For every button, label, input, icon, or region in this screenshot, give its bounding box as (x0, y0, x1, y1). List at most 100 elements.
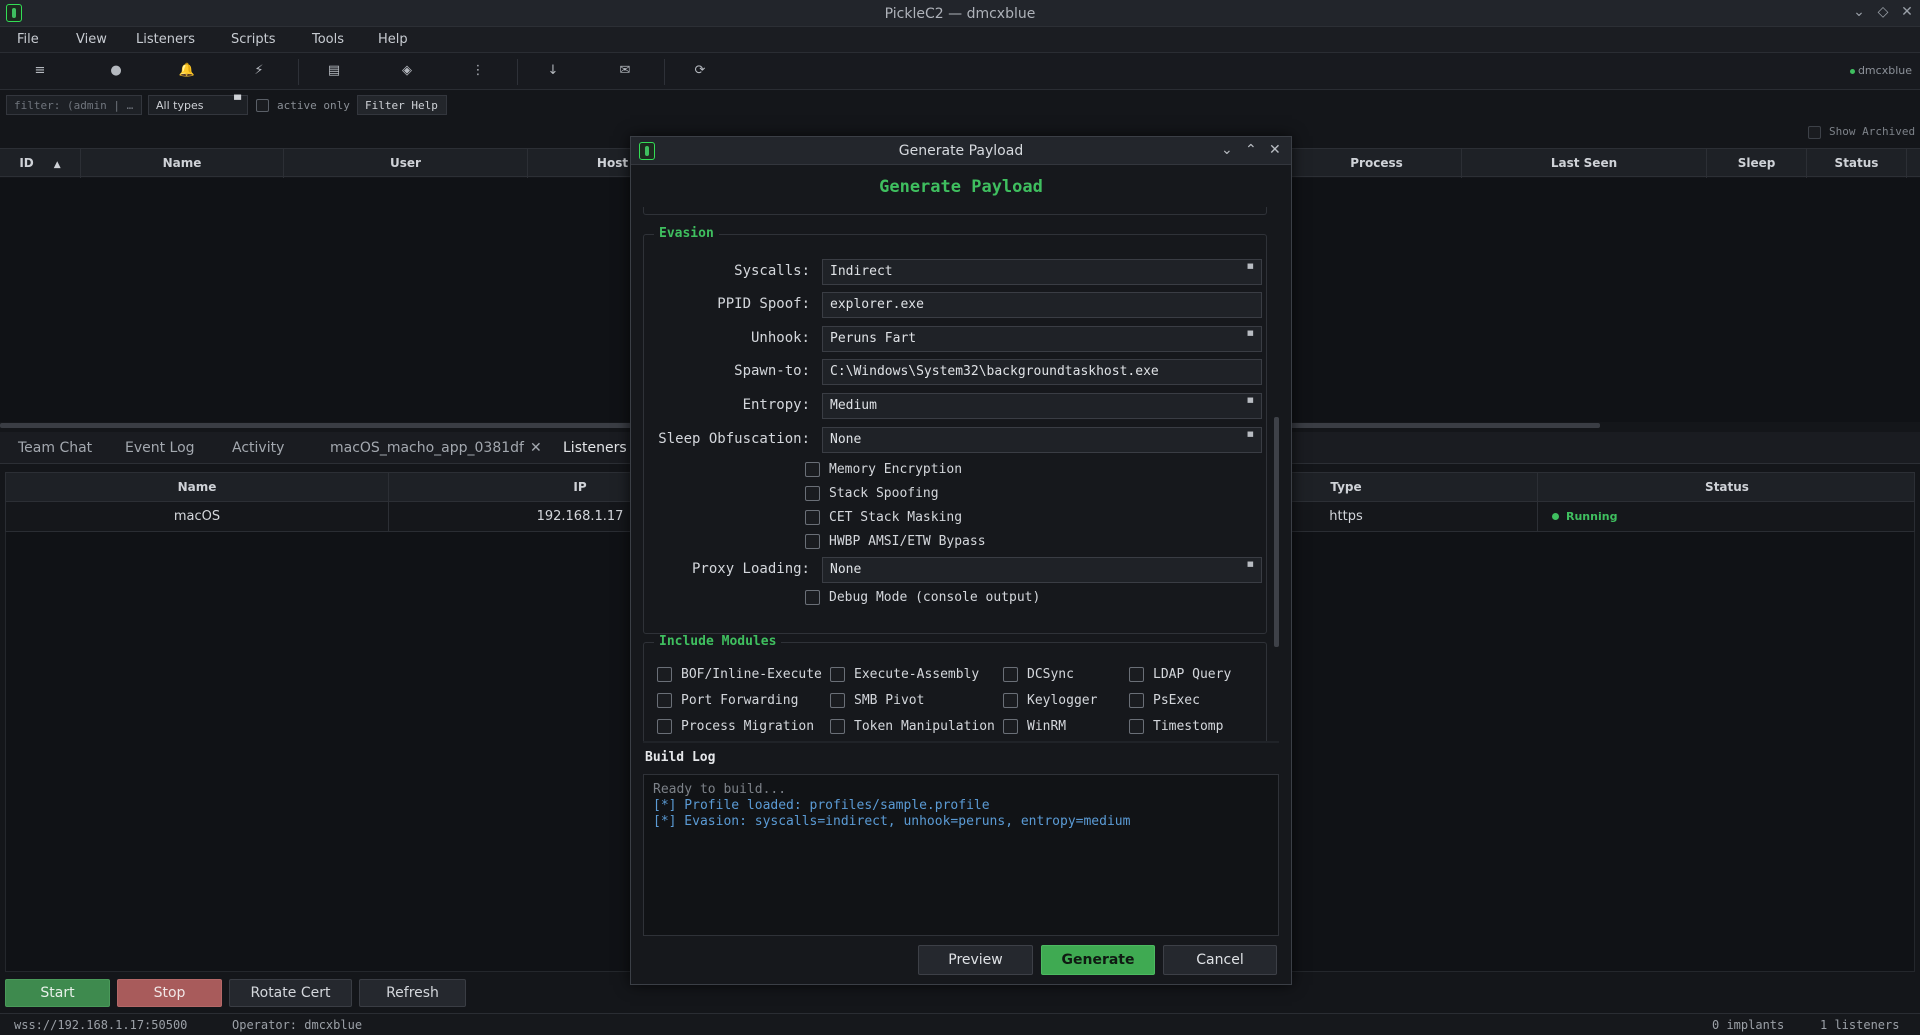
module-execute-assembly-checkbox[interactable]: Execute-Assembly (830, 667, 979, 682)
hwbp-bypass-checkbox[interactable]: HWBP AMSI/ETW Bypass (805, 534, 986, 549)
tab-team-chat[interactable]: Team Chat (18, 440, 92, 456)
module-winrm-checkbox[interactable]: WinRM (1003, 719, 1066, 734)
proxy-loading-label: Proxy Loading: (691, 561, 810, 577)
maximize-icon[interactable]: ⌃ (1245, 142, 1257, 158)
menu-help[interactable]: Help (378, 32, 408, 47)
minimize-icon[interactable]: ⌄ (1852, 4, 1866, 20)
active-only-checkbox[interactable] (256, 98, 269, 113)
bolt-icon[interactable]: ⚡ (249, 63, 269, 78)
more-icon[interactable]: ⋮ (468, 63, 488, 78)
start-button[interactable]: Start (5, 979, 110, 1007)
sessions-icon[interactable]: ≡ (30, 63, 50, 78)
window-title: PickleC2 — dmcxblue (884, 6, 1036, 22)
active-only-label: active only (277, 99, 350, 112)
ppid-spoof-input[interactable]: explorer.exe (822, 292, 1262, 318)
module-token-manipulation-checkbox[interactable]: Token Manipulation (830, 719, 995, 734)
spawn-to-label: Spawn-to: (734, 363, 810, 379)
status-dot-icon (1552, 513, 1559, 520)
tab-event-log[interactable]: Event Log (125, 440, 195, 456)
cet-stack-masking-checkbox[interactable]: CET Stack Masking (805, 510, 962, 525)
memory-encryption-checkbox[interactable]: Memory Encryption (805, 462, 962, 477)
modules-group-title: Include Modules (654, 634, 782, 649)
spawn-to-input[interactable]: C:\Windows\System32\backgroundtaskhost.e… (822, 359, 1262, 385)
sleep-obfuscation-label: Sleep Obfuscation: (658, 431, 810, 447)
dialog-window-title: Generate Payload (898, 143, 1024, 159)
server-url: wss://192.168.1.17:50500 (14, 1018, 188, 1032)
diamond-icon[interactable]: ◈ (397, 63, 417, 78)
toolbar: ≡ ● 🔔 ⚡ ▤ ◈ ⋮ ↓ ✉ ⟳ dmcxblue (0, 53, 1920, 90)
module-port-forwarding-checkbox[interactable]: Port Forwarding (657, 693, 798, 708)
col-id[interactable]: ID ▲ (0, 149, 81, 178)
entropy-select[interactable]: Medium ▀ (822, 393, 1262, 419)
menubar: File View Listeners Scripts Tools Help (0, 27, 1920, 53)
type-select[interactable]: All types ▀ (148, 95, 248, 115)
mail-icon[interactable]: ✉ (615, 63, 635, 78)
menu-tools[interactable]: Tools (312, 32, 344, 47)
unhook-select[interactable]: Peruns Fart ▀ (822, 326, 1262, 352)
rotate-cert-button[interactable]: Rotate Cert (229, 979, 352, 1007)
col-status[interactable]: Status (1538, 473, 1916, 502)
maximize-icon[interactable]: ◇ (1876, 4, 1890, 20)
implants-count: 0 implants (1712, 1018, 1785, 1032)
operator-label: Operator: dmcxblue (232, 1018, 363, 1032)
generate-button[interactable]: Generate (1041, 945, 1155, 975)
cancel-button[interactable]: Cancel (1163, 945, 1277, 975)
sleep-obfuscation-value: None (830, 432, 862, 447)
col-sleep[interactable]: Sleep (1707, 149, 1807, 178)
operator-indicator: dmcxblue (1849, 64, 1912, 77)
filter-help-button[interactable]: Filter Help (357, 95, 447, 115)
col-name[interactable]: Name (6, 473, 389, 502)
module-process-migration-checkbox[interactable]: Process Migration (657, 719, 814, 734)
refresh-button[interactable]: Refresh (359, 979, 466, 1007)
preview-button[interactable]: Preview (918, 945, 1033, 975)
stop-button[interactable]: Stop (117, 979, 222, 1007)
col-process[interactable]: Process (1292, 149, 1462, 178)
col-name[interactable]: Name (81, 149, 284, 178)
unhook-value: Peruns Fart (830, 331, 917, 346)
tab-macos-app[interactable]: macOS_macho_app_0381df (330, 440, 524, 456)
col-status[interactable]: Status (1807, 149, 1907, 178)
proxy-loading-select[interactable]: None ▀ (822, 557, 1262, 583)
tab-activity[interactable]: Activity (232, 440, 284, 456)
filter-input[interactable]: filter: (admin | … (6, 95, 142, 115)
minimize-icon[interactable]: ⌄ (1221, 142, 1233, 158)
syscalls-select[interactable]: Indirect ▀ (822, 259, 1262, 285)
dropdown-icon: ▀ (1247, 433, 1253, 443)
debug-mode-checkbox[interactable]: Debug Mode (console output) (805, 590, 1040, 605)
dropdown-icon: ▀ (1247, 332, 1253, 342)
menu-file[interactable]: File (17, 32, 39, 47)
close-icon[interactable]: ✕ (1900, 4, 1914, 20)
col-last-seen[interactable]: Last Seen (1462, 149, 1707, 178)
dialog-scrollbar[interactable] (1274, 417, 1279, 647)
show-archived-checkbox[interactable] (1808, 125, 1821, 140)
refresh-icon[interactable]: ⟳ (690, 63, 710, 78)
module-smb-pivot-checkbox[interactable]: SMB Pivot (830, 693, 924, 708)
close-icon[interactable]: ✕ (1269, 142, 1281, 158)
listeners-count: 1 listeners (1820, 1018, 1900, 1032)
module-timestomp-checkbox[interactable]: Timestomp (1129, 719, 1223, 734)
dropdown-icon: ▀ (234, 96, 241, 106)
sleep-obfuscation-select[interactable]: None ▀ (822, 427, 1262, 453)
tab-listeners[interactable]: Listeners (563, 440, 627, 456)
dropdown-icon: ▀ (1247, 563, 1253, 573)
menu-listeners[interactable]: Listeners (136, 32, 195, 47)
ppid-spoof-label: PPID Spoof: (717, 296, 810, 312)
tab-close-icon[interactable]: ✕ (530, 440, 542, 456)
menu-scripts[interactable]: Scripts (231, 32, 275, 47)
status-badge: Running (1566, 510, 1618, 523)
module-ldap-query-checkbox[interactable]: LDAP Query (1129, 667, 1231, 682)
list-icon[interactable]: ▤ (324, 63, 344, 78)
stack-spoofing-checkbox[interactable]: Stack Spoofing (805, 486, 939, 501)
module-dcsync-checkbox[interactable]: DCSync (1003, 667, 1074, 682)
menu-view[interactable]: View (76, 32, 107, 47)
record-icon[interactable]: ● (106, 63, 126, 78)
col-user[interactable]: User (284, 149, 528, 178)
module-bof-checkbox[interactable]: BOF/Inline-Execute (657, 667, 822, 682)
syscalls-value: Indirect (830, 264, 893, 279)
download-icon[interactable]: ↓ (543, 63, 563, 78)
module-psexec-checkbox[interactable]: PsExec (1129, 693, 1200, 708)
bell-icon[interactable]: 🔔 (177, 63, 197, 78)
module-keylogger-checkbox[interactable]: Keylogger (1003, 693, 1097, 708)
previous-group-edge (643, 207, 1267, 215)
unhook-label: Unhook: (750, 330, 810, 346)
